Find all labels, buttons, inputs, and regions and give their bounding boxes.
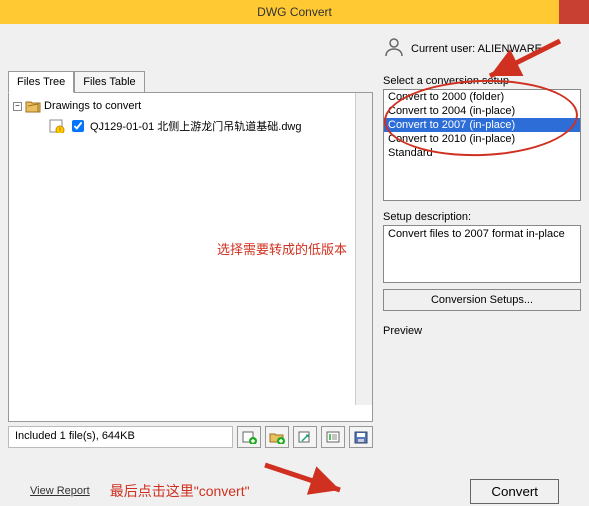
conversion-option[interactable]: Standard bbox=[384, 146, 580, 160]
view-report-link[interactable]: View Report bbox=[30, 485, 90, 497]
user-icon bbox=[383, 36, 405, 61]
conversion-setups-button[interactable]: Conversion Setups... bbox=[383, 289, 581, 311]
conversion-option[interactable]: Convert to 2007 (in-place) bbox=[384, 118, 580, 132]
tree-file-node[interactable]: ! QJ129-01-01 北侧上游龙门吊轨道基础.dwg bbox=[13, 115, 368, 137]
convert-button[interactable]: Convert bbox=[470, 479, 559, 504]
conversion-option[interactable]: Convert to 2004 (in-place) bbox=[384, 104, 580, 118]
add-folder-button[interactable] bbox=[265, 426, 289, 448]
list-button[interactable] bbox=[321, 426, 345, 448]
setup-desc-label: Setup description: bbox=[383, 211, 581, 223]
files-tree-panel: − Drawings to convert ! QJ129-01-01 北侧上游… bbox=[8, 92, 373, 422]
status-text: Included 1 file(s), 644KB bbox=[8, 426, 233, 448]
annotation-click-convert: 最后点击这里"convert" bbox=[110, 481, 451, 501]
close-button[interactable] bbox=[559, 0, 589, 24]
remove-button[interactable] bbox=[293, 426, 317, 448]
annotation-select-version: 选择需要转成的低版本 bbox=[217, 239, 347, 258]
current-user-label: Current user: ALIENWARE bbox=[411, 43, 542, 55]
conversion-option[interactable]: Convert to 2010 (in-place) bbox=[384, 132, 580, 146]
file-name: QJ129-01-01 北侧上游龙门吊轨道基础.dwg bbox=[90, 118, 302, 134]
title-bar: DWG Convert bbox=[0, 0, 589, 24]
select-setup-label: Select a conversion setup bbox=[383, 75, 581, 87]
window-title: DWG Convert bbox=[257, 5, 332, 19]
tab-files-table[interactable]: Files Table bbox=[74, 71, 144, 93]
setup-description: Convert files to 2007 format in-place bbox=[383, 225, 581, 283]
file-checkbox[interactable] bbox=[72, 120, 84, 132]
add-file-button[interactable] bbox=[237, 426, 261, 448]
dwg-file-icon: ! bbox=[49, 119, 65, 133]
tree-root[interactable]: − Drawings to convert bbox=[13, 97, 368, 115]
folder-icon bbox=[25, 99, 41, 113]
collapse-icon[interactable]: − bbox=[13, 102, 22, 111]
tab-files-tree[interactable]: Files Tree bbox=[8, 71, 74, 93]
conversion-setup-list[interactable]: Convert to 2000 (folder)Convert to 2004 … bbox=[383, 89, 581, 201]
save-button[interactable] bbox=[349, 426, 373, 448]
tree-root-label: Drawings to convert bbox=[44, 100, 141, 112]
conversion-option[interactable]: Convert to 2000 (folder) bbox=[384, 90, 580, 104]
preview-label: Preview bbox=[383, 325, 581, 337]
